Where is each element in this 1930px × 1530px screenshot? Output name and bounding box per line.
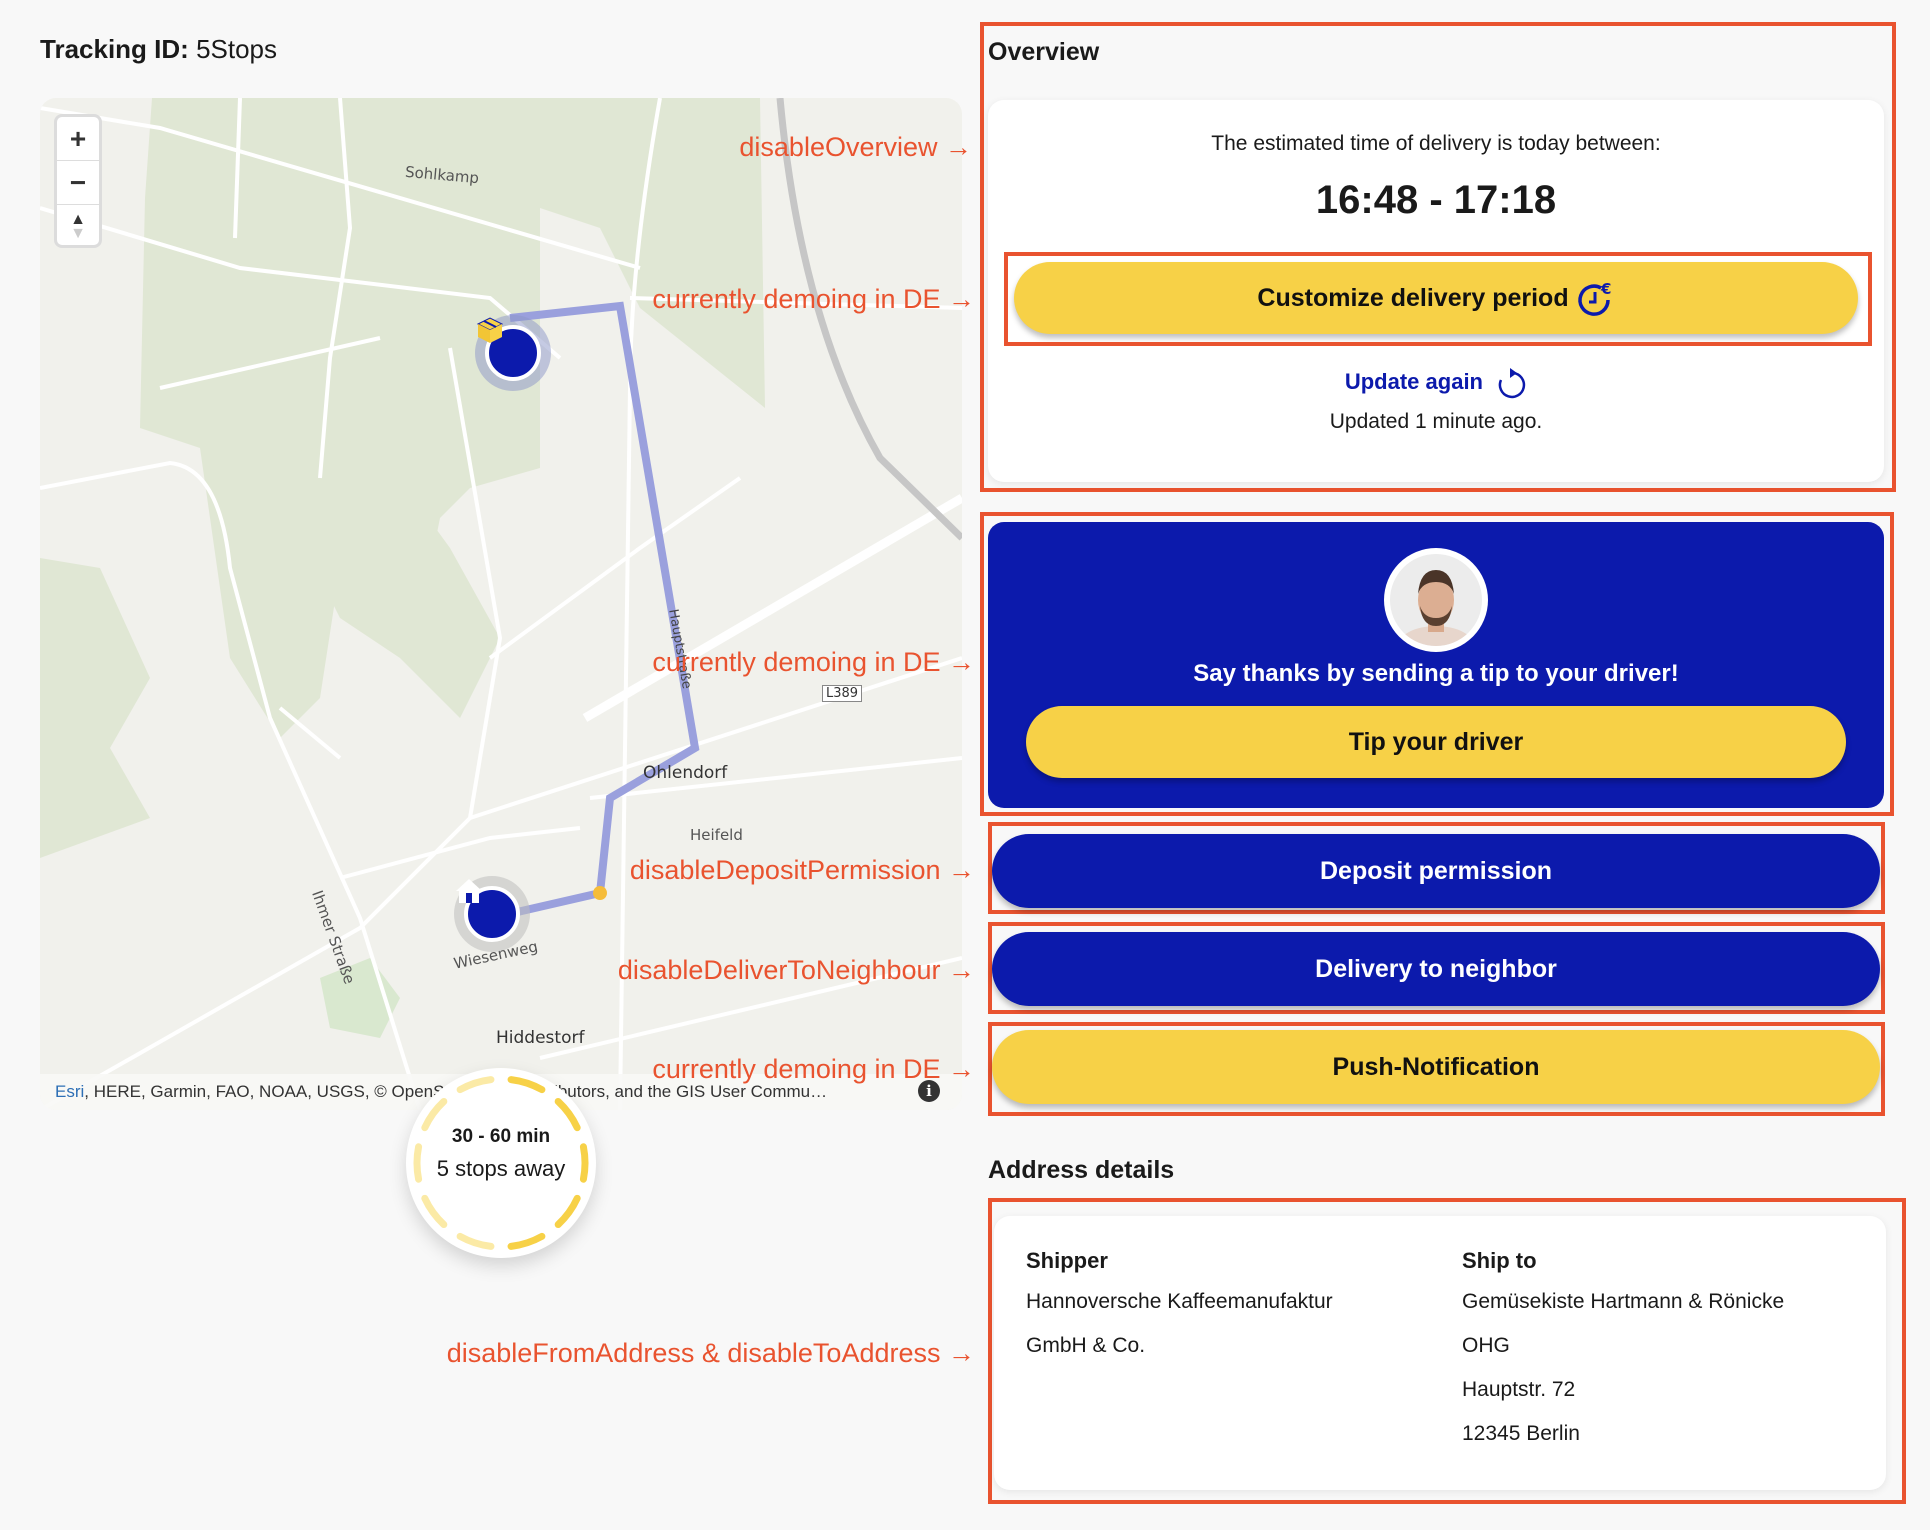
compass-button[interactable]: ▲ ▼ [57,205,99,248]
shipper-line: GmbH & Co. [1026,1334,1146,1357]
address-card: Shipper Hannoversche Kaffeemanufaktur Gm… [994,1216,1886,1490]
tip-card: Say thanks by sending a tip to your driv… [988,522,1884,808]
shipper-heading: Shipper [1026,1248,1108,1273]
ring-segment-pending [456,1232,495,1250]
ship-to-line: Gemüsekiste Hartmann & Rönicke [1462,1290,1785,1313]
tracking-id: Tracking ID: 5Stops [40,34,278,64]
annotation-deposit: disableDepositPermission → [629,855,975,885]
annotation-push: currently demoing in DE → [652,1054,975,1084]
route-waypoint [593,886,607,900]
ship-to-line: 12345 Berlin [1462,1422,1580,1445]
address-details-title: Address details [988,1156,1175,1184]
eta-label: The estimated time of delivery is today … [1211,132,1661,155]
annotation-box-customize [1004,252,1872,346]
package-icon [476,317,504,343]
ring-segment-done [507,1076,546,1094]
annotation-overview: disableOverview → [739,132,972,162]
home-marker[interactable] [454,876,530,952]
zoom-control: + − ▲ ▼ [54,114,102,248]
ring-segment-done [554,1097,581,1132]
stops-away: 5 stops away [436,1156,566,1181]
tracking-value: 5Stops [196,34,278,64]
deposit-permission-button[interactable]: Deposit permission [992,834,1880,908]
esri-link[interactable]: Esri [55,1082,84,1101]
map-label-heifeld: Heifeld [690,826,743,844]
ship-to-block: Ship to Gemüsekiste Hartmann & Rönicke O… [1462,1248,1862,1456]
annotation-neighbor: disableDeliverToNeighbour → [617,955,975,985]
overview-title: Overview [988,38,1100,66]
ring-segment-pending [421,1097,448,1132]
highway [776,98,962,541]
zoom-in-button[interactable]: + [57,117,99,161]
eta-time-range: 30 - 60 min [451,1126,551,1147]
ring-segment-pending [421,1194,448,1229]
tip-driver-button[interactable]: Tip your driver [1026,706,1846,778]
driver-photo [1390,554,1482,646]
updated-text: Updated 1 minute ago. [1329,410,1543,433]
ship-to-line: Hauptstr. 72 [1462,1378,1576,1401]
tracking-label: Tracking ID [40,34,181,64]
map-label-hiddestorf: Hiddestorf [496,1028,585,1048]
push-notification-button[interactable]: Push-Notification [992,1030,1880,1104]
ring-segment-pending [456,1076,495,1094]
shipper-line: Hannoversche Kaffeemanufaktur [1026,1290,1333,1313]
compass-down-icon: ▼ [70,224,86,242]
zoom-out-button[interactable]: − [57,161,99,205]
ship-to-line: OHG [1462,1334,1510,1357]
package-marker[interactable] [475,315,551,391]
driver-avatar [1384,548,1488,652]
eta-ring: 30 - 60 min 5 stops away [406,1068,596,1258]
eta-time: 16:48 - 17:18 [1315,178,1557,222]
annotation-customize: currently demoing in DE → [652,284,975,314]
delivery-to-neighbor-button[interactable]: Delivery to neighbor [992,932,1880,1006]
home-icon [456,879,482,903]
update-again-link[interactable]: Update again [988,366,1884,400]
road-shield-l389: L389 [822,685,863,702]
annotation-tip: currently demoing in DE → [652,647,975,677]
ship-to-heading: Ship to [1462,1248,1537,1273]
refresh-icon [1498,368,1526,399]
ring-segment-done [507,1232,546,1250]
annotation-address: disableFromAddress & disableToAddress → [446,1338,975,1368]
map-label-ohlendorf: Ohlendorf [643,763,728,783]
tip-message: Say thanks by sending a tip to your driv… [1193,660,1679,687]
ring-segment-done [554,1194,581,1229]
shipper-block: Shipper Hannoversche Kaffeemanufaktur Gm… [1026,1248,1426,1368]
